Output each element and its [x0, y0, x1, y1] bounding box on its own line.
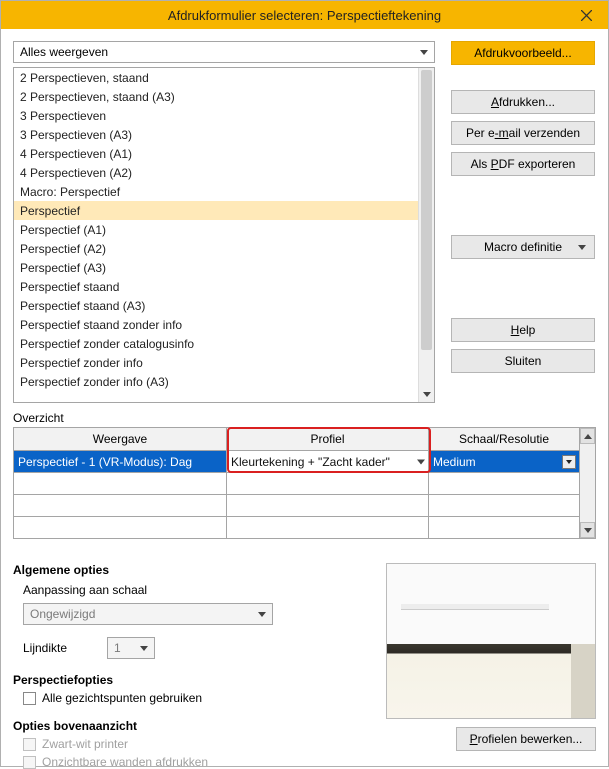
- table-row: [14, 472, 579, 494]
- cell-profile[interactable]: Kleurtekening + "Zacht kader": [227, 450, 429, 472]
- macro-definition-button[interactable]: Macro definitie: [451, 235, 595, 259]
- topview-options-label: Opties bovenaanzicht: [13, 719, 353, 733]
- linewidth-label: Lijndikte: [23, 641, 67, 655]
- template-listbox[interactable]: 2 Perspectieven, staand2 Perspectieven, …: [13, 67, 435, 403]
- chevron-down-icon: [417, 459, 425, 464]
- list-item[interactable]: Perspectief staand: [14, 277, 418, 296]
- scale-adjust-select[interactable]: Ongewijzigd: [23, 603, 273, 625]
- bw-printer-checkbox: Zwart-wit printer: [23, 737, 353, 751]
- grid-scrollbar[interactable]: [579, 428, 595, 538]
- cell-display: Perspectief - 1 (VR-Modus): Dag: [14, 450, 227, 472]
- chevron-down-icon: [578, 245, 586, 250]
- scroll-thumb[interactable]: [421, 70, 432, 350]
- list-item[interactable]: Perspectief (A2): [14, 239, 418, 258]
- titlebar: Afdrukformulier selecteren: Perspectieft…: [1, 1, 608, 29]
- print-preview-button[interactable]: Afdrukvoorbeeld...: [451, 41, 595, 65]
- linewidth-select[interactable]: 1: [107, 637, 155, 659]
- list-item[interactable]: 4 Perspectieven (A1): [14, 144, 418, 163]
- checkbox-icon: [23, 738, 36, 751]
- help-button[interactable]: Help: [451, 318, 595, 342]
- preview-image: [386, 563, 596, 719]
- list-item[interactable]: 4 Perspectieven (A2): [14, 163, 418, 182]
- scale-adjust-label: Aanpassing aan schaal: [23, 583, 353, 597]
- list-item[interactable]: Macro: Perspectief: [14, 182, 418, 201]
- overview-grid: Weergave Profiel Schaal/Resolutie Perspe…: [13, 427, 596, 539]
- chevron-down-icon: [258, 612, 266, 617]
- close-button[interactable]: Sluiten: [451, 349, 595, 373]
- table-row: [14, 516, 579, 538]
- perspective-options-label: Perspectiefopties: [13, 673, 353, 687]
- list-item[interactable]: 3 Perspectieven (A3): [14, 125, 418, 144]
- col-header-profile: Profiel: [227, 428, 429, 450]
- table-row: [14, 494, 579, 516]
- scroll-down-icon[interactable]: [419, 386, 434, 402]
- list-item[interactable]: Perspectief staand zonder info: [14, 315, 418, 334]
- edit-profiles-button[interactable]: Profielen bewerken...: [456, 727, 596, 751]
- all-viewpoints-checkbox[interactable]: Alle gezichtspunten gebruiken: [23, 691, 353, 705]
- scroll-up-icon[interactable]: [580, 428, 595, 444]
- pdf-export-button[interactable]: Als PDF exporteren: [451, 152, 595, 176]
- cell-scale[interactable]: Medium: [429, 450, 579, 472]
- close-icon[interactable]: [570, 3, 602, 27]
- list-item[interactable]: 2 Perspectieven, staand (A3): [14, 87, 418, 106]
- chevron-down-icon: [140, 646, 148, 651]
- list-item[interactable]: Perspectief zonder catalogusinfo: [14, 334, 418, 353]
- list-item[interactable]: Perspectief zonder info (A3): [14, 372, 418, 391]
- col-header-display: Weergave: [14, 428, 227, 450]
- scrollbar[interactable]: [418, 68, 434, 402]
- list-item[interactable]: Perspectief zonder info: [14, 353, 418, 372]
- list-item[interactable]: 2 Perspectieven, staand: [14, 68, 418, 87]
- general-options-label: Algemene opties: [13, 563, 353, 577]
- filter-dropdown[interactable]: Alles weergeven: [13, 41, 435, 63]
- scroll-down-icon[interactable]: [580, 522, 595, 538]
- list-item[interactable]: Perspectief (A1): [14, 220, 418, 239]
- email-button[interactable]: Per e-mail verzenden: [451, 121, 595, 145]
- print-button[interactable]: Afdrukken...: [451, 90, 595, 114]
- table-row[interactable]: Perspectief - 1 (VR-Modus): Dag Kleurtek…: [14, 450, 579, 472]
- dropdown-arrow-icon: [562, 455, 576, 469]
- list-item[interactable]: 3 Perspectieven: [14, 106, 418, 125]
- filter-value: Alles weergeven: [20, 45, 108, 59]
- col-header-scale: Schaal/Resolutie: [429, 428, 579, 450]
- chevron-down-icon: [420, 50, 428, 55]
- list-item[interactable]: Perspectief (A3): [14, 258, 418, 277]
- list-item[interactable]: Perspectief staand (A3): [14, 296, 418, 315]
- window-title: Afdrukformulier selecteren: Perspectieft…: [168, 8, 441, 23]
- overview-label: Overzicht: [13, 411, 596, 425]
- list-item[interactable]: Perspectief: [14, 201, 418, 220]
- checkbox-icon: [23, 692, 36, 705]
